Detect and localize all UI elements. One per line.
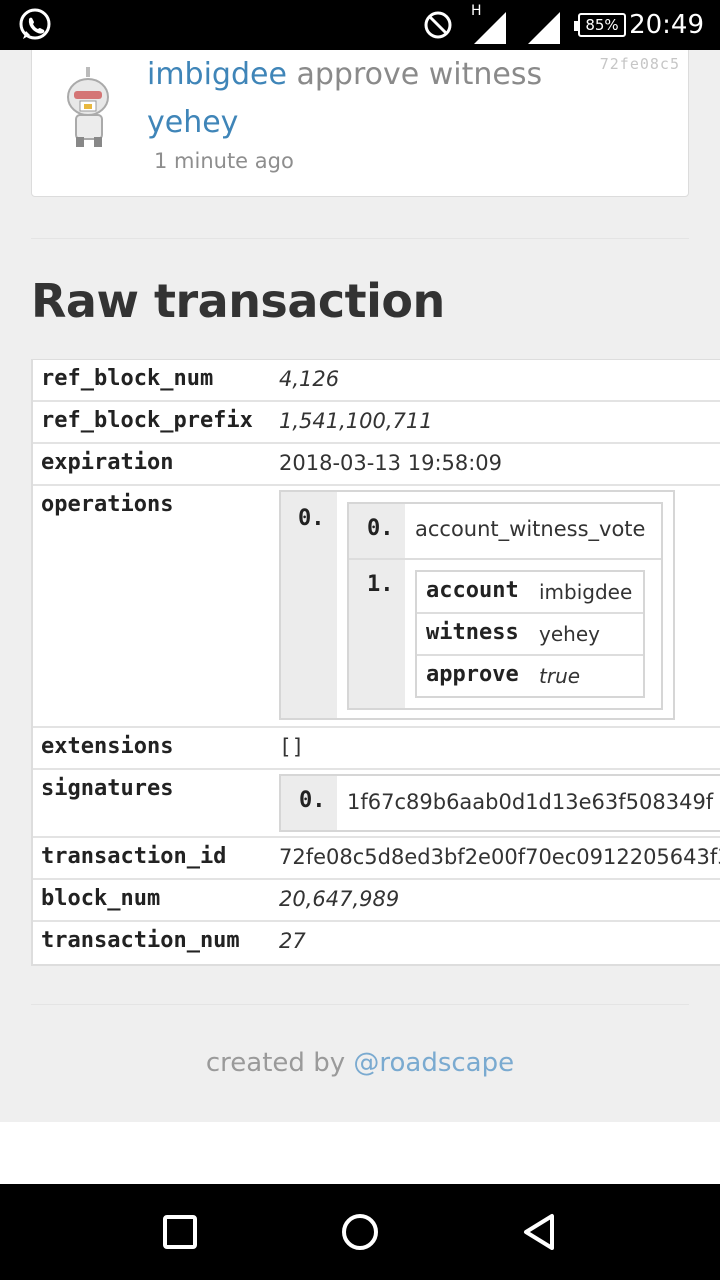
field-key: account <box>426 578 519 603</box>
page-bottom <box>0 1122 720 1184</box>
field-value: true <box>539 664 581 688</box>
table-row: operations 0. 0. account_witness_vote 1.… <box>33 486 720 728</box>
status-bar: H 85% 20:49 <box>0 0 720 50</box>
avatar[interactable] <box>62 67 118 147</box>
operation-index: 0. <box>349 504 405 558</box>
home-circle-icon[interactable] <box>310 1184 410 1280</box>
field-value: [] <box>279 735 305 759</box>
operation-index: 0. <box>281 492 337 718</box>
battery-icon: 85% <box>574 0 626 50</box>
signature-value: 1f67c89b6aab0d1d13e63f508349f <box>347 790 714 814</box>
table-row: extensions [] <box>33 728 720 770</box>
field-key: transaction_num <box>41 928 240 953</box>
signal-h-icon: H <box>470 0 510 50</box>
signature-index: 0. <box>281 776 337 830</box>
table-row: transaction_num 27 <box>33 922 720 964</box>
operation-field-row: account imbigdee <box>417 572 643 614</box>
status-time: 20:49 <box>629 10 704 40</box>
field-value: 27 <box>279 929 306 953</box>
signatures-list: 0. 1f67c89b6aab0d1d13e63f508349f <box>279 774 720 832</box>
navigation-bar <box>0 1184 720 1280</box>
activity-card: 72fe08c5 imbigdee approve witness yehey … <box>31 50 689 197</box>
field-value: yehey <box>539 622 600 646</box>
page-content: 72fe08c5 imbigdee approve witness yehey … <box>0 50 720 1122</box>
field-value: imbigdee <box>539 580 633 604</box>
back-triangle-icon[interactable] <box>490 1184 590 1280</box>
operation-body-row: 1. account imbigdee witness yehey approv… <box>349 560 661 708</box>
transaction-hash-link[interactable]: 72fe08c5 <box>600 55 680 73</box>
footer-author-link[interactable]: @roadscape <box>353 1048 514 1078</box>
do-not-disturb-icon <box>422 0 454 50</box>
table-row: block_num 20,647,989 <box>33 880 720 922</box>
table-row: expiration 2018-03-13 19:58:09 <box>33 444 720 486</box>
field-key: ref_block_prefix <box>41 408 253 433</box>
activity-target-link[interactable]: yehey <box>147 105 238 140</box>
field-key: approve <box>426 662 519 687</box>
field-key: expiration <box>41 450 174 475</box>
activity-time: 1 minute ago <box>154 149 294 173</box>
operation-field-row: approve true <box>417 656 643 698</box>
field-value: 4,126 <box>279 367 340 391</box>
divider <box>31 238 689 239</box>
operation-fields: account imbigdee witness yehey approve t… <box>415 570 645 698</box>
activity-user-link[interactable]: imbigdee <box>147 57 287 92</box>
recents-square-icon[interactable] <box>130 1184 230 1280</box>
field-key: transaction_id <box>41 844 227 869</box>
operation-type: account_witness_vote <box>415 517 646 541</box>
activity-text: imbigdee approve witness yehey <box>147 51 557 147</box>
operation-type-row: 0. account_witness_vote <box>349 504 661 560</box>
whatsapp-icon <box>16 0 54 50</box>
operation-field-row: witness yehey <box>417 614 643 656</box>
field-key: block_num <box>41 886 161 911</box>
field-value: 2018-03-13 19:58:09 <box>279 451 503 475</box>
field-value: 72fe08c5d8ed3bf2e00f70ec0912205643f3 <box>279 845 720 869</box>
field-key: operations <box>41 492 174 517</box>
table-row: ref_block_num 4,126 <box>33 360 720 402</box>
activity-action: approve witness <box>296 57 543 92</box>
footer-prefix: created by <box>205 1048 346 1078</box>
field-key: witness <box>426 620 519 645</box>
signal-icon <box>524 0 564 50</box>
page-title: Raw transaction <box>31 274 445 328</box>
operation-index: 1. <box>349 560 405 708</box>
operations-list: 0. 0. account_witness_vote 1. account im… <box>279 490 675 720</box>
raw-transaction-table: ref_block_num 4,126 ref_block_prefix 1,5… <box>31 359 720 966</box>
field-key: signatures <box>41 776 174 801</box>
battery-level: 85% <box>574 13 626 37</box>
divider <box>31 1004 689 1005</box>
operation-item: 0. account_witness_vote 1. account imbig… <box>347 502 663 710</box>
footer-credit: created by @roadscape <box>0 1048 720 1078</box>
field-value: 1,541,100,711 <box>279 409 433 433</box>
field-value: 20,647,989 <box>279 887 400 911</box>
field-key: ref_block_num <box>41 366 214 391</box>
table-row: transaction_id 72fe08c5d8ed3bf2e00f70ec0… <box>33 838 720 880</box>
table-row: ref_block_prefix 1,541,100,711 <box>33 402 720 444</box>
table-row: signatures 0. 1f67c89b6aab0d1d13e63f5083… <box>33 770 720 838</box>
field-key: extensions <box>41 734 174 759</box>
